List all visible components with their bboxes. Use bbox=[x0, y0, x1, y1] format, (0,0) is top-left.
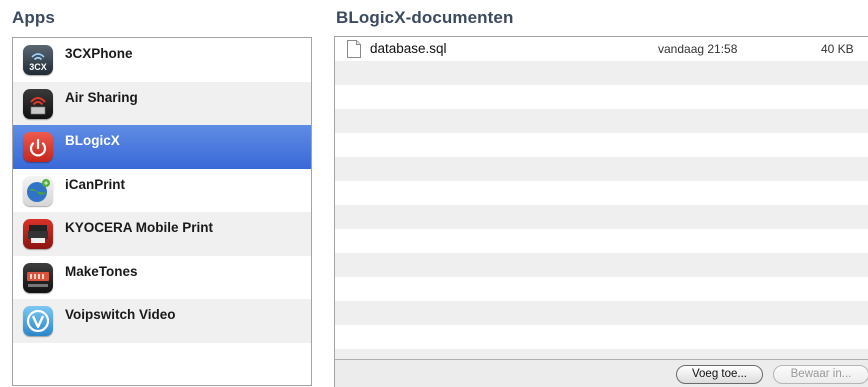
document-size: 40 KB bbox=[821, 42, 854, 56]
blogicx-app-icon bbox=[23, 132, 53, 162]
app-name: 3CXPhone bbox=[65, 46, 133, 61]
icanprint-app-icon: + bbox=[23, 175, 53, 206]
documents-list-rows bbox=[335, 37, 868, 373]
app-name: iCanPrint bbox=[65, 176, 126, 192]
documents-toolbar: Voeg toe... Bewaar in... bbox=[335, 359, 868, 387]
document-row[interactable]: database.sql vandaag 21:58 40 KB bbox=[335, 37, 868, 61]
voipswitch-video-app-icon bbox=[23, 306, 53, 336]
document-name: database.sql bbox=[370, 41, 447, 56]
apps-section-title: Apps bbox=[12, 8, 55, 27]
save-to-button[interactable]: Bewaar in... bbox=[773, 365, 868, 384]
app-name: MakeTones bbox=[65, 263, 138, 279]
svg-text:+: + bbox=[44, 180, 48, 187]
apps-list[interactable]: 3CX 3CXPhone Air Sharing BLogicX + iCanP… bbox=[12, 37, 312, 386]
app-item-kyocera-mobile-print[interactable]: KYOCERA Mobile Print bbox=[13, 212, 311, 256]
document-date: vandaag 21:58 bbox=[658, 42, 738, 56]
documents-section-title: BLogicX-documenten bbox=[336, 8, 514, 27]
app-item-air-sharing[interactable]: Air Sharing bbox=[13, 81, 311, 125]
3cxphone-app-icon: 3CX bbox=[23, 45, 53, 75]
app-item-3cxphone[interactable]: 3CX 3CXPhone bbox=[13, 38, 311, 82]
maketones-app-icon bbox=[23, 262, 53, 293]
app-name: Air Sharing bbox=[65, 89, 138, 105]
app-item-maketones[interactable]: MakeTones bbox=[13, 256, 311, 300]
app-name: KYOCERA Mobile Print bbox=[65, 220, 214, 235]
app-name: BLogicX bbox=[65, 133, 120, 148]
add-file-button[interactable]: Voeg toe... bbox=[676, 365, 763, 384]
app-item-blogicx[interactable]: BLogicX bbox=[13, 125, 311, 169]
app-name: Voipswitch Video bbox=[65, 307, 176, 322]
svg-text:3CX: 3CX bbox=[29, 62, 47, 72]
app-item-icanprint[interactable]: + iCanPrint bbox=[13, 169, 311, 213]
app-item-voipswitch-video[interactable]: Voipswitch Video bbox=[13, 299, 311, 343]
document-icon bbox=[347, 40, 361, 58]
air-sharing-app-icon bbox=[23, 88, 53, 119]
documents-list[interactable]: database.sql vandaag 21:58 40 KB Voeg to… bbox=[334, 36, 868, 387]
kyocera-mobile-print-app-icon bbox=[23, 219, 53, 249]
